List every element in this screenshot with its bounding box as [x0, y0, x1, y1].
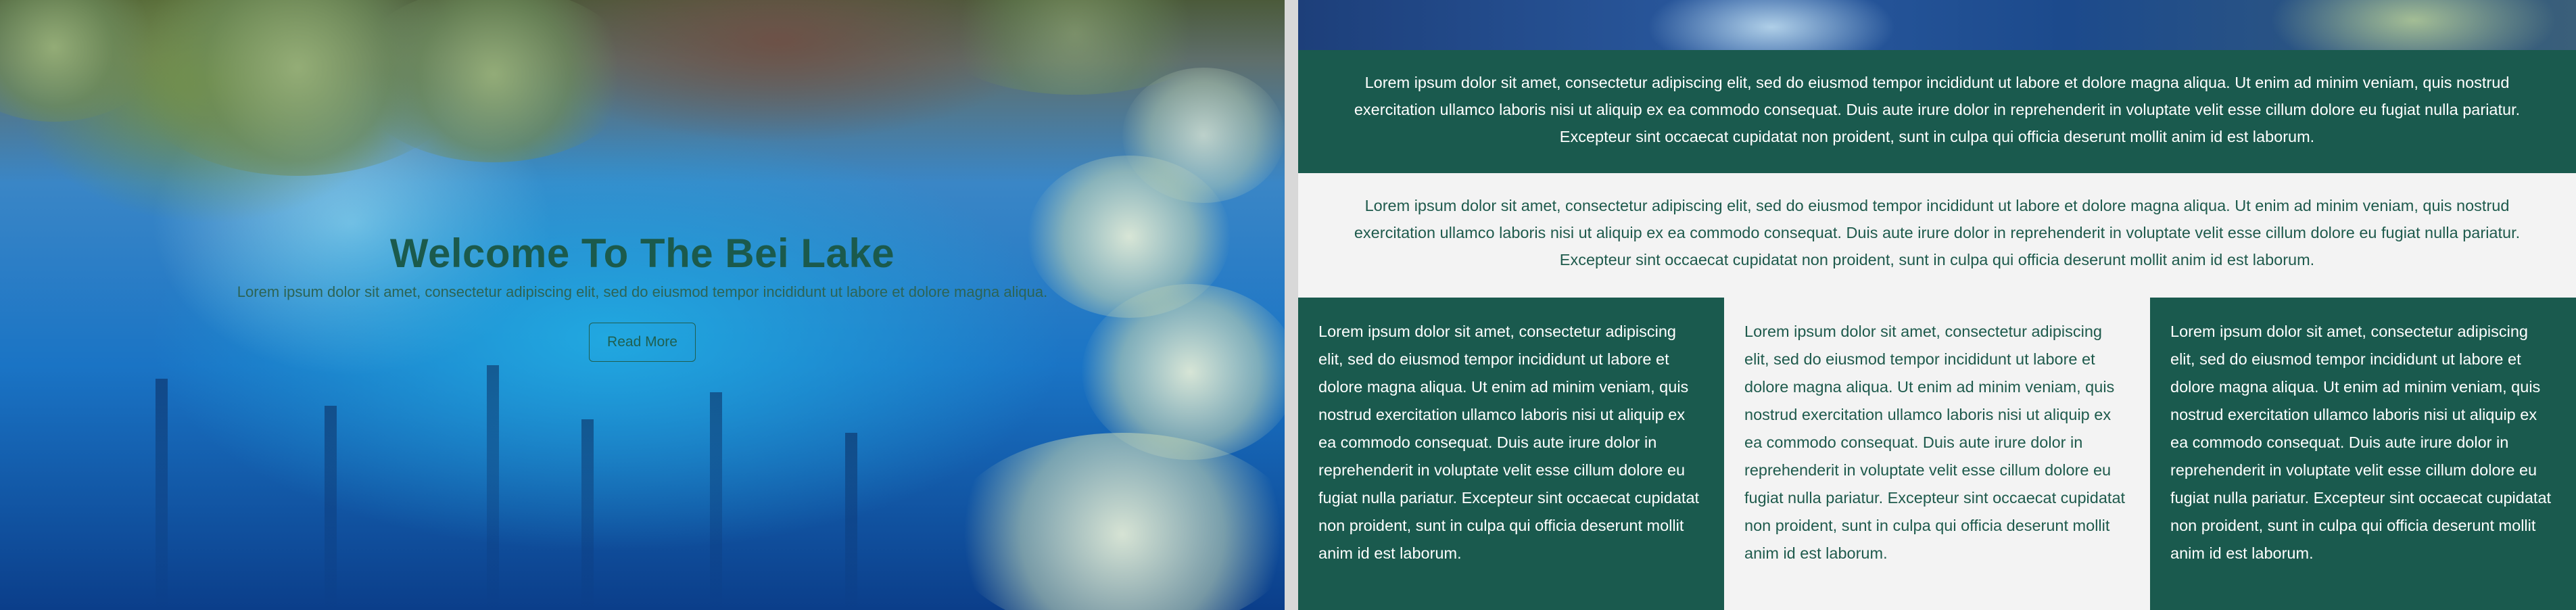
- feature-column-text: Lorem ipsum dolor sit amet, consectetur …: [1318, 323, 1700, 562]
- read-more-button[interactable]: Read More: [589, 323, 696, 362]
- hero-content: Welcome To The Bei Lake Lorem ipsum dolo…: [0, 230, 1285, 362]
- content-section: Lorem ipsum dolor sit amet, consectetur …: [1298, 0, 2576, 610]
- intro-band-light-text: Lorem ipsum dolor sit amet, consectetur …: [1354, 197, 2521, 268]
- hero-title: Welcome To The Bei Lake: [389, 231, 895, 276]
- feature-column-text: Lorem ipsum dolor sit amet, consectetur …: [1744, 323, 2126, 562]
- feature-column-3: Lorem ipsum dolor sit amet, consectetur …: [2150, 298, 2576, 610]
- feature-column-text: Lorem ipsum dolor sit amet, consectetur …: [2170, 323, 2552, 562]
- feature-column-2: Lorem ipsum dolor sit amet, consectetur …: [1724, 298, 2150, 610]
- intro-band-light: Lorem ipsum dolor sit amet, consectetur …: [1298, 173, 2576, 298]
- intro-band-dark-text: Lorem ipsum dolor sit amet, consectetur …: [1354, 74, 2521, 145]
- hero-section: Welcome To The Bei Lake Lorem ipsum dolo…: [0, 0, 1285, 610]
- lake-image-strip: [1298, 0, 2576, 50]
- hero-subtitle: Lorem ipsum dolor sit amet, consectetur …: [237, 283, 1048, 300]
- feature-column-1: Lorem ipsum dolor sit amet, consectetur …: [1298, 298, 1724, 610]
- feature-columns: Lorem ipsum dolor sit amet, consectetur …: [1298, 298, 2576, 610]
- panel-divider: [1285, 0, 1298, 610]
- intro-band-dark: Lorem ipsum dolor sit amet, consectetur …: [1298, 50, 2576, 173]
